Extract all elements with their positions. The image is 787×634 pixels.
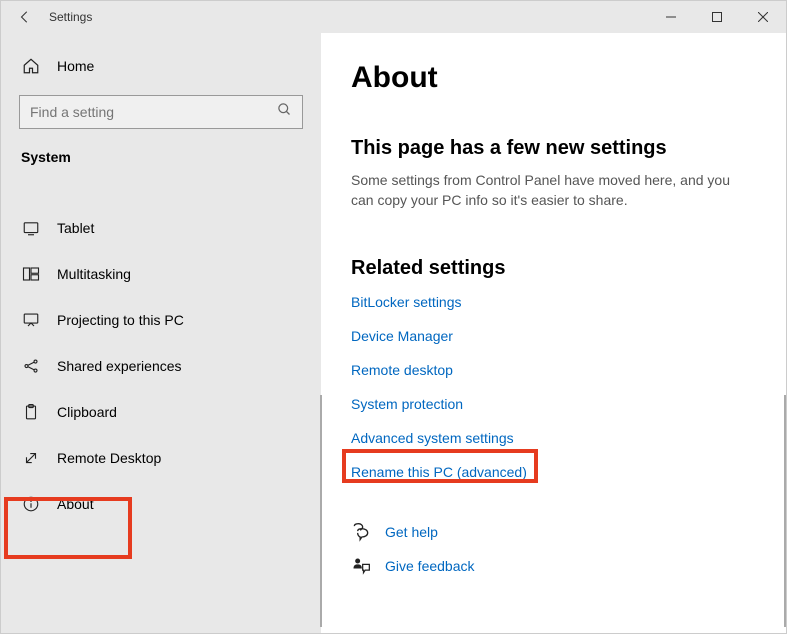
feedback-link: Give feedback xyxy=(385,558,475,574)
remote-icon xyxy=(21,449,41,467)
tablet-icon xyxy=(21,219,41,237)
scrollbar-content-left xyxy=(320,395,322,627)
back-button[interactable] xyxy=(9,1,41,33)
sidebar-item-tablet[interactable]: Tablet xyxy=(1,205,321,251)
sidebar-item-label: Shared experiences xyxy=(57,358,182,374)
related-heading: Related settings xyxy=(351,257,756,280)
content: About This page has a few new settings S… xyxy=(321,33,786,633)
multitasking-icon xyxy=(21,265,41,283)
sidebar: Home System Tablet xyxy=(1,33,321,633)
page-title: About xyxy=(351,61,756,95)
window-title: Settings xyxy=(49,10,92,24)
sidebar-item-remote[interactable]: Remote Desktop xyxy=(1,435,321,481)
subheading: This page has a few new settings xyxy=(351,137,756,160)
maximize-button[interactable] xyxy=(694,1,740,33)
projecting-icon xyxy=(21,311,41,329)
sidebar-item-projecting[interactable]: Projecting to this PC xyxy=(1,297,321,343)
sidebar-item-clipboard[interactable]: Clipboard xyxy=(1,389,321,435)
link-remote-desktop[interactable]: Remote desktop xyxy=(351,362,756,378)
link-bitlocker[interactable]: BitLocker settings xyxy=(351,294,756,310)
home-button[interactable]: Home xyxy=(1,45,321,87)
sidebar-item-label: Multitasking xyxy=(57,266,131,282)
link-system-protection[interactable]: System protection xyxy=(351,396,756,412)
get-help-icon xyxy=(351,522,371,542)
get-help-row[interactable]: Get help xyxy=(351,522,756,542)
sidebar-item-label: Remote Desktop xyxy=(57,450,161,466)
home-icon xyxy=(21,57,41,75)
sidebar-item-shared[interactable]: Shared experiences xyxy=(1,343,321,389)
link-advanced-system-settings[interactable]: Advanced system settings xyxy=(351,430,756,446)
get-help-link: Get help xyxy=(385,524,438,540)
sidebar-item-label: Tablet xyxy=(57,220,94,236)
feedback-row[interactable]: Give feedback xyxy=(351,556,756,576)
link-rename-pc[interactable]: Rename this PC (advanced) xyxy=(351,464,756,480)
search-input[interactable] xyxy=(19,95,303,129)
sidebar-item-label: Projecting to this PC xyxy=(57,312,184,328)
clipboard-icon xyxy=(21,403,41,421)
feedback-icon xyxy=(351,556,371,576)
home-label: Home xyxy=(57,58,94,74)
related-links: BitLocker settings Device Manager Remote… xyxy=(351,294,756,480)
nav-list: Tablet Multitasking Projecting to this P… xyxy=(1,181,321,527)
minimize-button[interactable] xyxy=(648,1,694,33)
sidebar-item-about[interactable]: About xyxy=(1,481,321,527)
link-device-manager[interactable]: Device Manager xyxy=(351,328,756,344)
sidebar-item-multitasking[interactable]: Multitasking xyxy=(1,251,321,297)
scrollbar-right[interactable] xyxy=(784,395,786,627)
group-label: System xyxy=(1,143,321,181)
shared-icon xyxy=(21,357,41,375)
about-icon xyxy=(21,495,41,513)
sidebar-item-label: About xyxy=(57,496,94,512)
sidebar-item-label: Clipboard xyxy=(57,404,117,420)
description: Some settings from Control Panel have mo… xyxy=(351,170,751,211)
search-icon xyxy=(277,102,292,122)
close-button[interactable] xyxy=(740,1,786,33)
titlebar: Settings xyxy=(1,1,786,33)
